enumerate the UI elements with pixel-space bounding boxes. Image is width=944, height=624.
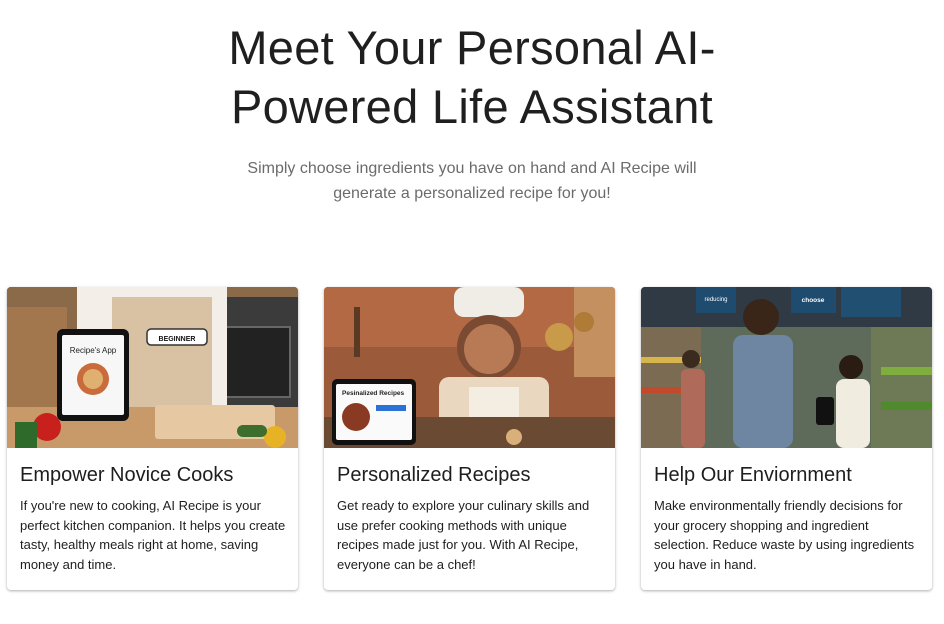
personalized-recipes-image: Pesinalized Recipes [324, 287, 615, 448]
card-description: If you're new to cooking, AI Recipe is y… [20, 498, 286, 572]
store-sign-left: reducing [704, 297, 727, 303]
grocery-store-image: reducing choose [641, 287, 932, 448]
feature-card-personalized-recipes: Pesinalized Recipes Personalized Recipes… [324, 287, 615, 590]
card-title: Empower Novice Cooks [20, 464, 234, 486]
card-title: Help Our Enviornment [654, 464, 852, 486]
recipe-app-label: Recipe's App [70, 346, 117, 355]
hero-section: Meet Your Personal AI-Powered Life Assis… [0, 0, 944, 206]
feature-cards: BEGINNER Recipe's App Empower Novice Coo… [7, 287, 932, 590]
hero-title: Meet Your Personal AI-Powered Life Assis… [228, 21, 716, 133]
card-description: Get ready to explore your culinary skill… [337, 498, 590, 572]
card-title: Personalized Recipes [337, 464, 531, 486]
card-description: Make environmentally friendly decisions … [654, 498, 915, 572]
feature-card-environment: reducing choose Help Our Enviornment Mak… [641, 287, 932, 590]
personalized-recipes-tablet-label: Pesinalized Recipes [342, 390, 405, 397]
novice-cook-image: BEGINNER Recipe's App [7, 287, 298, 448]
store-sign-right: choose [802, 297, 825, 304]
feature-card-novice-cooks: BEGINNER Recipe's App Empower Novice Coo… [7, 287, 298, 590]
hero-subtitle: Simply choose ingredients you have on ha… [247, 160, 697, 202]
beginner-badge-label: BEGINNER [159, 336, 196, 343]
